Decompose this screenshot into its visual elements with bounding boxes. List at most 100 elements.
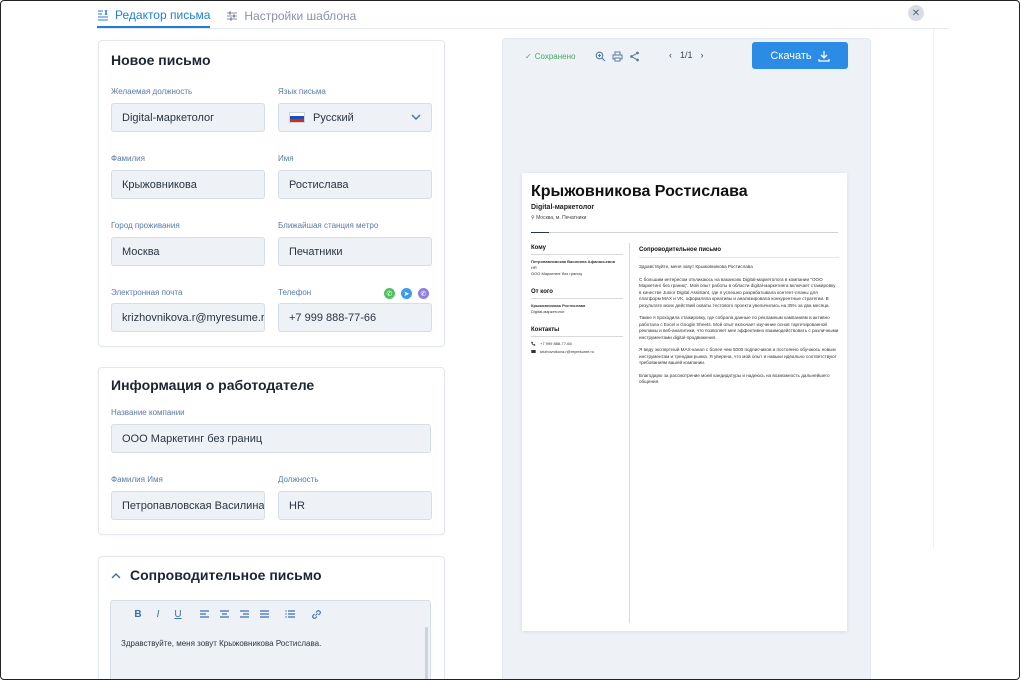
doc-body: Сопроводительное письмо Здравствуйте, ме…: [639, 247, 839, 392]
contact-name-field[interactable]: Петропавловская Василина: [111, 491, 265, 520]
metro-value: Печатники: [289, 245, 343, 258]
page-pager: ‹ 1/1 ›: [669, 50, 704, 60]
cover-letter-editor[interactable]: B I U Здравствуйте, меня зовут Крыжовник…: [110, 600, 431, 679]
sliders-icon: [227, 11, 238, 20]
role-value: HR: [289, 499, 305, 512]
position-value: Digital-маркетолог: [122, 111, 215, 124]
company-field[interactable]: ООО Маркетинг без границ: [111, 424, 431, 453]
doc-contact-phone: +7 999 888-77-66: [531, 341, 623, 346]
close-icon: ✕: [911, 7, 921, 19]
phone-label: Телефон: [278, 288, 312, 297]
saved-status: ✓ Сохранено: [525, 52, 575, 61]
firstname-value: Ростислава: [289, 178, 349, 191]
employer-title: Информация о работодателе: [111, 377, 315, 393]
contact-name-value: Петропавловская Василина: [122, 499, 265, 512]
language-label: Язык письма: [278, 87, 326, 96]
role-field[interactable]: HR: [278, 491, 432, 520]
email-field[interactable]: krizhovnikova.r@myresume.ru: [111, 303, 265, 332]
city-value: Москва: [122, 245, 160, 258]
metro-field[interactable]: Печатники: [278, 237, 432, 266]
doc-from-heading: От кого: [531, 289, 623, 299]
align-center-icon[interactable]: [217, 607, 231, 621]
viber-icon[interactable]: ✆: [418, 288, 429, 299]
align-right-icon[interactable]: [237, 607, 251, 621]
doc-sidebar: Кому Петропавловская Василина Афанасьевн…: [531, 245, 623, 357]
firstname-field[interactable]: Ростислава: [278, 170, 432, 199]
list-icon[interactable]: [283, 607, 297, 621]
role-label: Должность: [278, 475, 319, 484]
telegram-icon[interactable]: ➤: [401, 288, 412, 299]
new-letter-title: Новое письмо: [111, 52, 211, 68]
check-icon: ✓: [525, 51, 532, 61]
contact-name-label: Фамилия Имя: [111, 475, 163, 484]
new-letter-card: Новое письмо Желаемая должность Digital-…: [98, 40, 445, 347]
location-pin-icon: ⚲: [531, 215, 535, 221]
letter-document: Крыжовникова Ростислава Digital-маркетол…: [522, 173, 847, 631]
doc-rule: [531, 232, 838, 233]
tab-template-settings-label: Настройки шаблона: [244, 8, 357, 23]
doc-to-heading: Кому: [531, 245, 623, 255]
app-window: Редактор письма Настройки шаблона ✕ Ново…: [0, 0, 1020, 680]
position-label: Желаемая должность: [111, 87, 193, 96]
bold-icon[interactable]: B: [131, 607, 145, 621]
link-icon[interactable]: [309, 607, 323, 621]
close-button[interactable]: ✕: [908, 5, 924, 21]
page-indicator: 1/1: [680, 50, 693, 60]
city-label: Город проживания: [111, 221, 180, 230]
doc-name: Крыжовникова Ростислава: [531, 183, 748, 200]
align-justify-icon[interactable]: [257, 607, 271, 621]
city-field[interactable]: Москва: [111, 237, 265, 266]
cover-letter-text: Здравствуйте, меня зовут Крыжовникова Ро…: [121, 639, 322, 648]
doc-from-role: Digital-маркетолог: [531, 309, 565, 314]
firstname-label: Имя: [278, 154, 294, 163]
doc-location: ⚲ Москва, м. Печатники: [531, 215, 586, 221]
tab-template-settings[interactable]: Настройки шаблона: [226, 7, 356, 28]
doc-paragraph-1: Здравствуйте, меня зовут Крыжовникова Ро…: [639, 264, 753, 269]
zoom-icon[interactable]: [595, 51, 606, 62]
doc-paragraph-4: Я веду экспертный MAX-канал с более чем …: [639, 347, 837, 365]
doc-to-company: ООО Маркетинг без границ: [531, 271, 582, 276]
download-icon: [817, 50, 830, 62]
align-left-icon[interactable]: [197, 607, 211, 621]
editor-toolbar: B I U: [131, 607, 323, 621]
doc-to-name: Петропавловская Василина Афанасьевна: [531, 259, 615, 264]
editor-tabs: Редактор письма Настройки шаблона: [97, 7, 949, 29]
tab-letter-editor[interactable]: Редактор письма: [97, 7, 211, 28]
doc-location-text: Москва, м. Печатники: [536, 215, 587, 221]
language-select[interactable]: Русский: [278, 103, 432, 132]
tab-letter-editor-label: Редактор письма: [115, 7, 211, 22]
share-icon[interactable]: [629, 51, 640, 62]
italic-icon[interactable]: I: [151, 607, 165, 621]
email-label: Электронная почта: [111, 288, 183, 297]
next-page-icon[interactable]: ›: [701, 50, 704, 60]
doc-contact-email: krizhovnikova.r@myresume.ru: [531, 349, 623, 354]
employer-card: Информация о работодателе Название компа…: [98, 367, 445, 535]
saved-label: Сохранено: [534, 51, 576, 61]
phone-icon: [531, 341, 536, 346]
lastname-value: Крыжовникова: [122, 178, 197, 191]
doc-paragraph-3: Также я проходила стажировку, где собрал…: [639, 315, 839, 340]
doc-position: Digital-маркетолог: [531, 204, 595, 211]
language-value: Русский: [313, 111, 354, 124]
download-button[interactable]: Скачать: [752, 42, 848, 69]
whatsapp-icon[interactable]: ✆: [384, 288, 395, 299]
doc-column-divider: [629, 243, 630, 623]
mail-icon: [531, 350, 536, 353]
lastname-field[interactable]: Крыжовникова: [111, 170, 265, 199]
doc-contact-email-text: krizhovnikova.r@myresume.ru: [540, 349, 595, 354]
doc-contact-phone-text: +7 999 888-77-66: [540, 341, 572, 346]
chevron-up-icon[interactable]: [111, 571, 121, 581]
phone-field[interactable]: +7 999 888-77-66: [278, 303, 432, 332]
underline-icon[interactable]: U: [171, 607, 185, 621]
cover-letter-title: Сопроводительное письмо: [130, 567, 322, 583]
print-icon[interactable]: [612, 51, 623, 62]
preview-panel: ✓ Сохранено ‹ 1/1 › Скачать Крыжовникова …: [502, 38, 871, 679]
position-field[interactable]: Digital-маркетолог: [111, 103, 265, 132]
company-value: ООО Маркетинг без границ: [122, 432, 263, 445]
text-editor-icon: [98, 9, 108, 20]
doc-paragraph-5: Благодарю за рассмотрение моей кандидату…: [639, 372, 830, 385]
preview-toolbar: ✓ Сохранено: [525, 49, 640, 63]
prev-page-icon[interactable]: ‹: [669, 50, 672, 60]
editor-scrollbar[interactable]: [425, 627, 428, 679]
russia-flag-icon: [289, 112, 305, 123]
